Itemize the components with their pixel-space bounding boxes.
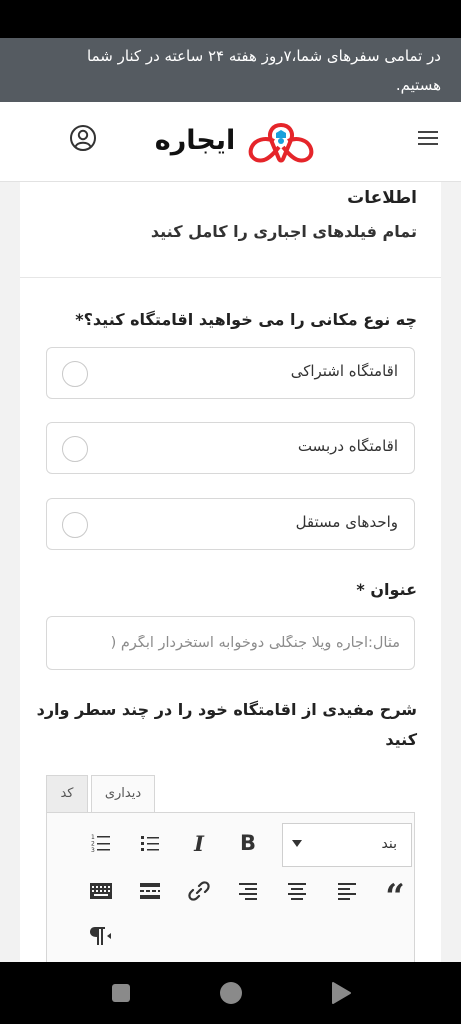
radio-option-shared[interactable]: اقامتگاه اشتراکی bbox=[46, 347, 415, 399]
section-title: اطلاعات bbox=[347, 188, 417, 208]
radio-button[interactable] bbox=[62, 512, 88, 538]
bold-icon: B bbox=[239, 831, 256, 855]
section-subtitle: تمام فیلدهای اجباری را کامل کنید bbox=[150, 222, 417, 241]
keyboard-icon bbox=[90, 883, 112, 899]
paragraph-direction-button[interactable] bbox=[84, 921, 114, 951]
read-more-button[interactable] bbox=[135, 876, 165, 906]
site-logo[interactable]: ایجاره bbox=[146, 119, 318, 169]
user-icon[interactable] bbox=[69, 124, 97, 152]
align-left-button[interactable] bbox=[332, 876, 362, 906]
announcement-banner: در تمامی سفرهای شما،۷روز هفته ۲۴ ساعته د… bbox=[0, 38, 461, 102]
title-field-label: عنوان * bbox=[356, 580, 417, 599]
back-button[interactable] bbox=[330, 981, 352, 1009]
tab-visual[interactable]: دیداری bbox=[91, 775, 155, 813]
radio-option-independent-units[interactable]: واحدهای مستقل bbox=[46, 498, 415, 550]
description-label-line-1: شرح مفیدی از اقامتگاه خود را در چند سطر … bbox=[36, 700, 417, 719]
home-button[interactable] bbox=[219, 981, 243, 1009]
numbered-list-icon: 1 2 3 bbox=[91, 834, 110, 853]
align-right-icon bbox=[239, 883, 257, 900]
italic-icon: I bbox=[194, 830, 204, 856]
radio-option-label: اقامتگاه دربست bbox=[297, 437, 398, 455]
format-select-value: بند bbox=[381, 836, 397, 852]
page-content: اطلاعات تمام فیلدهای اجباری را کامل کنید… bbox=[0, 182, 461, 972]
blockquote-icon: “ bbox=[385, 877, 405, 917]
place-type-question: چه نوع مکانی را می خواهید اقامتگاه کنید؟… bbox=[75, 310, 417, 329]
radio-button[interactable] bbox=[62, 436, 88, 462]
bulleted-list-button[interactable] bbox=[135, 828, 165, 858]
align-center-button[interactable] bbox=[282, 876, 312, 906]
radio-option-exclusive[interactable]: اقامتگاه دربست bbox=[46, 422, 415, 474]
chevron-down-icon bbox=[292, 840, 302, 847]
recent-apps-button[interactable] bbox=[111, 983, 131, 1007]
radio-option-label: واحدهای مستقل bbox=[295, 513, 398, 531]
bold-button[interactable]: B bbox=[233, 828, 263, 858]
logo-text: ایجاره bbox=[154, 125, 236, 156]
description-label-line-2: کنید bbox=[385, 730, 417, 749]
numbered-list-button[interactable]: 1 2 3 bbox=[86, 828, 116, 858]
banner-line-1: در تمامی سفرهای شما،۷روز هفته ۲۴ ساعته د… bbox=[87, 47, 441, 65]
square-icon bbox=[112, 984, 130, 1002]
format-select[interactable]: بند bbox=[282, 823, 412, 867]
section-divider bbox=[20, 277, 441, 278]
toolbar-toggle-button[interactable] bbox=[86, 876, 116, 906]
site-header: ایجاره bbox=[0, 102, 461, 182]
read-more-icon bbox=[140, 883, 160, 899]
align-center-icon bbox=[288, 883, 306, 900]
blockquote-button[interactable]: “ bbox=[380, 876, 410, 914]
triangle-back-icon bbox=[332, 982, 351, 1004]
tab-code[interactable]: کد bbox=[46, 775, 88, 813]
italic-button[interactable]: I bbox=[184, 828, 214, 858]
form-card: اطلاعات تمام فیلدهای اجباری را کامل کنید… bbox=[20, 182, 441, 972]
hamburger-menu-icon[interactable] bbox=[416, 128, 440, 148]
editor-toolbar: بند B I 1 2 3 “ bbox=[46, 812, 415, 972]
banner-line-2: هستیم. bbox=[395, 76, 441, 94]
status-bar bbox=[0, 0, 461, 38]
radio-button[interactable] bbox=[62, 361, 88, 387]
system-navigation-bar bbox=[0, 962, 461, 1024]
align-left-icon bbox=[338, 883, 356, 900]
logo-mark-icon bbox=[246, 119, 316, 167]
title-input[interactable] bbox=[46, 616, 415, 670]
link-button[interactable] bbox=[184, 876, 214, 906]
svg-text:3: 3 bbox=[91, 847, 95, 853]
paragraph-rtl-icon bbox=[90, 927, 111, 945]
radio-option-label: اقامتگاه اشتراکی bbox=[290, 362, 398, 380]
link-icon bbox=[188, 881, 210, 901]
align-right-button[interactable] bbox=[233, 876, 263, 906]
circle-icon bbox=[220, 982, 242, 1004]
bulleted-list-icon bbox=[141, 836, 159, 851]
